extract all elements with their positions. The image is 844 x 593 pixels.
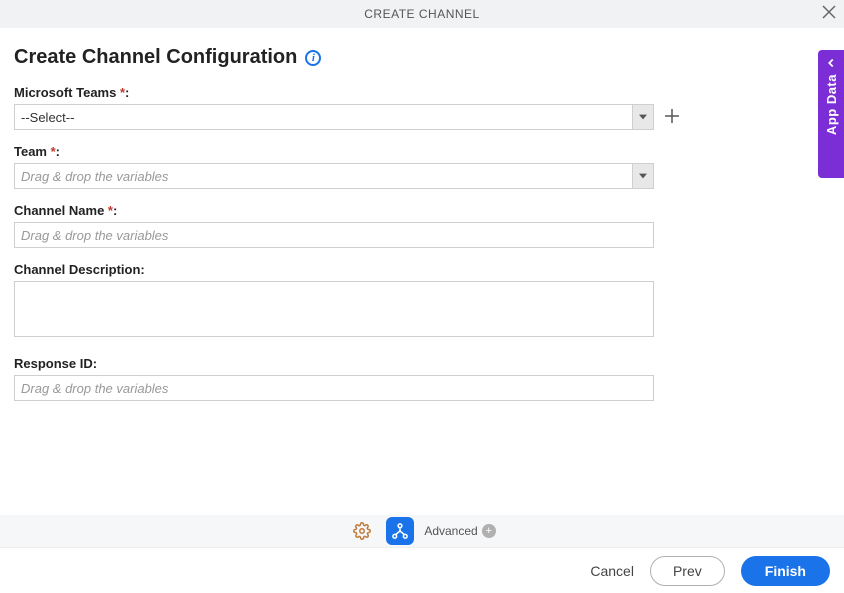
close-button[interactable]: [822, 4, 836, 22]
app-data-label: App Data: [824, 74, 839, 135]
content-area: Create Channel Configuration i Microsoft…: [0, 28, 844, 401]
app-data-tab[interactable]: App Data: [818, 50, 844, 178]
team-select-placeholder: Drag & drop the variables: [14, 163, 632, 189]
advanced-toggle[interactable]: Advanced +: [424, 524, 495, 538]
bottom-toolbar: Advanced +: [0, 515, 844, 547]
field-response-id: Response ID:: [14, 356, 830, 401]
cancel-button[interactable]: Cancel: [590, 563, 634, 579]
channel-desc-label: Channel Description:: [14, 262, 830, 277]
gear-icon: [353, 522, 371, 540]
team-label: Team *:: [14, 144, 830, 159]
response-id-input[interactable]: [14, 375, 654, 401]
field-channel-name: Channel Name *:: [14, 203, 830, 248]
page-title-row: Create Channel Configuration i: [14, 46, 830, 69]
footer: Cancel Prev Finish: [0, 547, 844, 593]
channel-name-label: Channel Name *:: [14, 203, 830, 218]
field-msteams: Microsoft Teams *: --Select--: [14, 85, 830, 130]
plus-icon: [664, 108, 680, 124]
team-caret[interactable]: [632, 163, 654, 189]
msteams-label: Microsoft Teams *:: [14, 85, 830, 100]
msteams-caret[interactable]: [632, 104, 654, 130]
response-id-label: Response ID:: [14, 356, 830, 371]
page-title: Create Channel Configuration: [14, 46, 297, 69]
field-channel-desc: Channel Description:: [14, 262, 830, 342]
channel-name-input[interactable]: [14, 222, 654, 248]
chevron-down-icon: [639, 172, 647, 180]
msteams-select[interactable]: --Select--: [14, 104, 654, 130]
flow-button[interactable]: [386, 517, 414, 545]
team-select[interactable]: Drag & drop the variables: [14, 163, 654, 189]
header-title: CREATE CHANNEL: [364, 7, 479, 21]
chevron-down-icon: [639, 113, 647, 121]
field-team: Team *: Drag & drop the variables: [14, 144, 830, 189]
finish-button[interactable]: Finish: [741, 556, 830, 586]
settings-button[interactable]: [348, 517, 376, 545]
msteams-select-value: --Select--: [14, 104, 632, 130]
flow-icon: [391, 522, 409, 540]
close-icon: [822, 5, 836, 19]
prev-button[interactable]: Prev: [650, 556, 725, 586]
add-connection-button[interactable]: [664, 106, 680, 128]
channel-desc-input[interactable]: [14, 281, 654, 337]
header-bar: CREATE CHANNEL: [0, 0, 844, 28]
info-icon[interactable]: i: [305, 50, 321, 66]
plus-circle-icon: +: [482, 524, 496, 538]
advanced-label-text: Advanced: [424, 524, 477, 538]
chevron-left-icon: [824, 56, 838, 70]
